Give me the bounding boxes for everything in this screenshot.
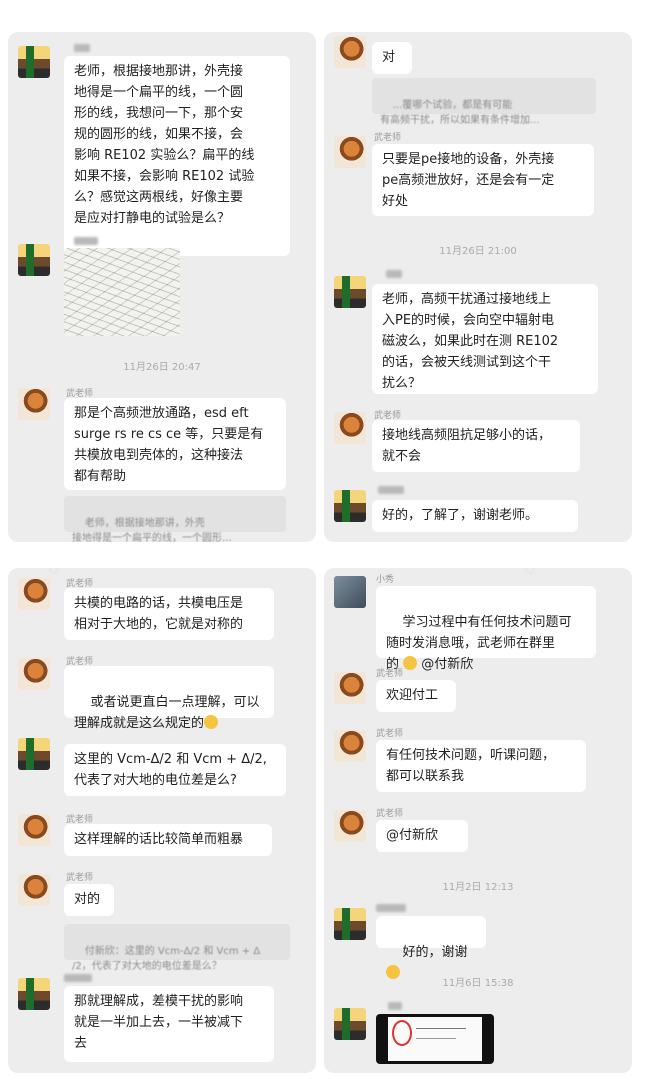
wire-line (416, 1028, 466, 1029)
chat-panel-2: 对 ...覆哪个试验，都是有可能 有高频干扰，所以如果有条件增加... 武老师 … (324, 32, 632, 542)
message-bubble[interactable]: @付新欣 (376, 820, 468, 852)
quote-text: ...覆哪个试验，都是有可能 有高频干扰，所以如果有条件增加... (380, 100, 540, 126)
message-bubble[interactable]: 只要是pe接地的设备，外壳接 pe高频泄放好，还是会有一定 好处 (372, 144, 594, 216)
message-bubble[interactable]: 这样理解的话比较简单而粗暴 (64, 824, 272, 856)
schematic-photo (376, 1014, 494, 1064)
sender-name: 武老师 (376, 669, 404, 679)
chat-panel-4: ◇ ◇ 小秀 学习过程中有任何技术问题可 随时发消息哦，武老师在群里 的 @付新… (324, 568, 632, 1073)
quoted-reply: ...覆哪个试验，都是有可能 有高频干扰，所以如果有条件增加... (372, 78, 596, 126)
whiteboard-photo (64, 248, 180, 336)
message-text: 或者说更直白一点理解，可以 理解成就是这么规定的 (74, 695, 260, 731)
message-bubble[interactable]: 有任何技术问题，听课问题， 都可以联系我 (376, 740, 586, 792)
avatar[interactable] (18, 46, 50, 78)
message-bubble[interactable]: 那是个高频泄放通路，esd eft surge rs re cs ce 等，只要… (64, 398, 286, 490)
sender-name-blurred (376, 904, 406, 912)
message-bubble[interactable]: 那就理解成，差模干扰的影响 就是一半加上去，一半被减下 去 (64, 986, 274, 1062)
avatar[interactable] (334, 36, 366, 68)
sender-name: 小秀 (376, 575, 395, 585)
message-bubble[interactable]: 老师，根据接地那讲，外壳接 地得是一个扁平的线，一个圆 形的线，我想问一下，那个… (64, 56, 290, 256)
sender-name: 武老师 (66, 873, 94, 883)
message-bubble[interactable]: 好的，谢谢 (376, 916, 486, 979)
sender-name-blurred (64, 974, 92, 982)
avatar[interactable] (334, 490, 366, 522)
avatar[interactable] (334, 412, 366, 444)
avatar[interactable] (18, 658, 50, 690)
smile-emoji-icon (204, 715, 219, 729)
message-bubble[interactable]: 欢迎付工 (376, 680, 456, 712)
message-bubble[interactable]: 这里的 Vcm-Δ/2 和 Vcm + Δ/2, 代表了对大地的电位差是么? (64, 744, 286, 796)
avatar[interactable] (334, 908, 366, 940)
avatar[interactable] (18, 874, 50, 906)
timestamp: 11月26日 21:00 (439, 246, 517, 257)
timestamp: 11月26日 20:47 (123, 362, 201, 373)
avatar[interactable] (334, 136, 366, 168)
avatar[interactable] (18, 738, 50, 770)
wire-line (416, 1038, 456, 1039)
chat-panel-1: 老师，根据接地那讲，外壳接 地得是一个扁平的线，一个圆 形的线，我想问一下，那个… (8, 32, 316, 542)
quoted-reply: 老师，根据接地那讲，外壳 接地得是一个扁平的线，一个圆形... (64, 496, 286, 542)
avatar[interactable] (18, 814, 50, 846)
sender-name-blurred (378, 486, 404, 494)
avatar[interactable] (334, 730, 366, 762)
avatar[interactable] (334, 1008, 366, 1040)
avatar[interactable] (334, 810, 366, 842)
avatar[interactable] (18, 388, 50, 420)
message-text: 好的，谢谢 (402, 945, 468, 960)
sender-name: 武老师 (376, 809, 404, 819)
avatar[interactable] (334, 576, 366, 608)
red-circle-annotation (392, 1020, 412, 1046)
sender-name-blurred (74, 44, 90, 52)
chat-panel-3: ◇ ◇ 武老师 共模的电路的话，共模电压是 相对于大地的，它就是对称的 武老师 … (8, 568, 316, 1073)
message-bubble[interactable]: 老师，高频干扰通过接地线上 入PE的时候，会向空中辐射电 磁波么，如果此时在测 … (372, 284, 598, 394)
mention[interactable]: @付新欣 (421, 657, 473, 672)
quote-text: 付新欣：这里的 Vcm-Δ/2 和 Vcm + Δ /2，代表了对大地的电位差是… (72, 946, 261, 972)
avatar[interactable] (18, 578, 50, 610)
message-bubble[interactable]: 对 (372, 42, 412, 74)
sender-name-blurred (74, 237, 98, 245)
quoted-reply: 付新欣：这里的 Vcm-Δ/2 和 Vcm + Δ /2，代表了对大地的电位差是… (64, 924, 290, 972)
message-bubble[interactable]: 好的，了解了，谢谢老师。 (372, 500, 578, 532)
watermark: ◇ ◇ (522, 568, 552, 578)
image-message[interactable] (376, 1014, 494, 1064)
avatar[interactable] (334, 672, 366, 704)
timestamp: 11月2日 12:13 (442, 882, 514, 893)
emoji-icon (403, 656, 418, 670)
image-message[interactable] (64, 248, 180, 336)
message-bubble[interactable]: 或者说更直白一点理解，可以 理解成就是这么规定的 (64, 666, 274, 731)
sender-name: 武老师 (376, 729, 404, 739)
sender-name: 武老师 (374, 133, 402, 143)
sender-name-blurred (386, 270, 402, 278)
message-bubble[interactable]: 接地线高频阻抗足够小的话， 就不会 (372, 420, 580, 472)
avatar[interactable] (334, 276, 366, 308)
quote-text: 老师，根据接地那讲，外壳 接地得是一个扁平的线，一个圆形... (72, 518, 232, 542)
message-bubble[interactable]: 共模的电路的话，共模电压是 相对于大地的，它就是对称的 (64, 588, 274, 640)
message-bubble[interactable]: 学习过程中有任何技术问题可 随时发消息哦，武老师在群里 的 @付新欣 (376, 586, 596, 672)
sender-name-blurred (388, 1002, 402, 1010)
timestamp: 11月6日 15:38 (442, 978, 514, 989)
message-bubble[interactable]: 对的 (64, 884, 114, 916)
avatar[interactable] (18, 244, 50, 276)
avatar[interactable] (18, 978, 50, 1010)
